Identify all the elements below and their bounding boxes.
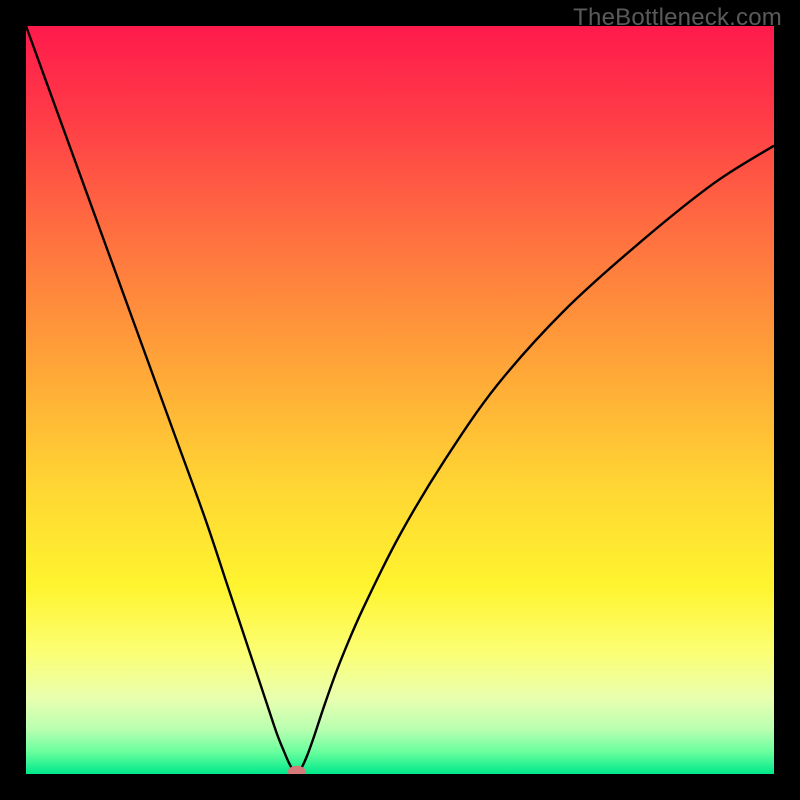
chart-container: TheBottleneck.com	[0, 0, 800, 800]
watermark-text: TheBottleneck.com	[573, 4, 782, 32]
bottleneck-chart	[26, 26, 774, 774]
gradient-background	[26, 26, 774, 774]
plot-area	[26, 26, 774, 774]
